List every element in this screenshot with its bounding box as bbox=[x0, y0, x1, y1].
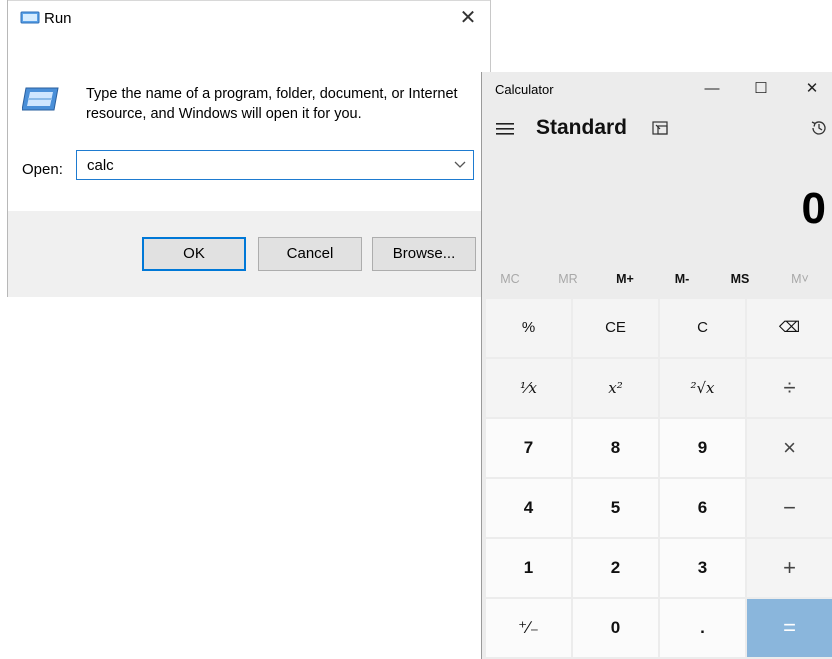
key-9[interactable]: 9 bbox=[660, 419, 745, 477]
calculator-window: Calculator — ☐ ✕ Standard 0 MC MR M+ M- … bbox=[481, 72, 832, 659]
minimize-button[interactable]: — bbox=[692, 76, 732, 102]
negate-key[interactable]: ⁺∕₋ bbox=[486, 599, 571, 657]
run-close-button[interactable]: ✕ bbox=[456, 7, 480, 29]
key-6[interactable]: 6 bbox=[660, 479, 745, 537]
clear-key[interactable]: C bbox=[660, 299, 745, 357]
ok-button[interactable]: OK bbox=[142, 237, 246, 271]
key-0[interactable]: 0 bbox=[573, 599, 658, 657]
key-8[interactable]: 8 bbox=[573, 419, 658, 477]
square-root-key[interactable]: ²√x bbox=[660, 359, 745, 417]
chevron-down-icon[interactable] bbox=[453, 157, 467, 171]
open-combobox[interactable] bbox=[76, 150, 474, 180]
memory-list-button[interactable]: M˅ bbox=[778, 272, 822, 286]
run-titlebar: Run ✕ bbox=[8, 0, 490, 30]
square-key[interactable]: x² bbox=[573, 359, 658, 417]
close-button[interactable]: ✕ bbox=[792, 76, 832, 102]
browse-button[interactable]: Browse... bbox=[372, 237, 476, 271]
cancel-button[interactable]: Cancel bbox=[258, 237, 362, 271]
open-label: Open: bbox=[22, 161, 63, 178]
key-2[interactable]: 2 bbox=[573, 539, 658, 597]
maximize-button[interactable]: ☐ bbox=[741, 76, 781, 102]
decimal-key[interactable]: . bbox=[660, 599, 745, 657]
divide-key[interactable]: ÷ bbox=[747, 359, 832, 417]
memory-add-button[interactable]: M+ bbox=[603, 272, 647, 286]
memory-store-button[interactable]: MS bbox=[718, 272, 762, 286]
key-3[interactable]: 3 bbox=[660, 539, 745, 597]
run-title: Run bbox=[44, 10, 72, 27]
hamburger-menu-icon[interactable] bbox=[496, 122, 514, 136]
memory-subtract-button[interactable]: M- bbox=[660, 272, 704, 286]
key-7[interactable]: 7 bbox=[486, 419, 571, 477]
key-5[interactable]: 5 bbox=[573, 479, 658, 537]
reciprocal-key[interactable]: ¹⁄x bbox=[486, 359, 571, 417]
run-description: Type the name of a program, folder, docu… bbox=[86, 86, 458, 122]
open-input[interactable] bbox=[77, 151, 447, 179]
keep-on-top-icon[interactable] bbox=[652, 120, 668, 136]
calculator-title: Calculator bbox=[495, 82, 554, 97]
mode-title: Standard bbox=[536, 116, 628, 139]
clear-entry-key[interactable]: CE bbox=[573, 299, 658, 357]
key-4[interactable]: 4 bbox=[486, 479, 571, 537]
key-1[interactable]: 1 bbox=[486, 539, 571, 597]
backspace-key[interactable]: ⌫ bbox=[747, 299, 832, 357]
add-key[interactable]: + bbox=[747, 539, 832, 597]
memory-clear-button[interactable]: MC bbox=[488, 272, 532, 286]
memory-recall-button[interactable]: MR bbox=[546, 272, 590, 286]
equals-key[interactable]: = bbox=[747, 599, 832, 657]
run-app-icon bbox=[20, 11, 40, 24]
run-dialog: Run ✕ Type the name of a program, folder… bbox=[7, 0, 491, 297]
percent-key[interactable]: % bbox=[486, 299, 571, 357]
multiply-key[interactable]: × bbox=[747, 419, 832, 477]
subtract-key[interactable]: − bbox=[747, 479, 832, 537]
result-display: 0 bbox=[801, 184, 826, 233]
history-icon[interactable] bbox=[810, 119, 828, 137]
run-program-icon bbox=[22, 87, 59, 111]
